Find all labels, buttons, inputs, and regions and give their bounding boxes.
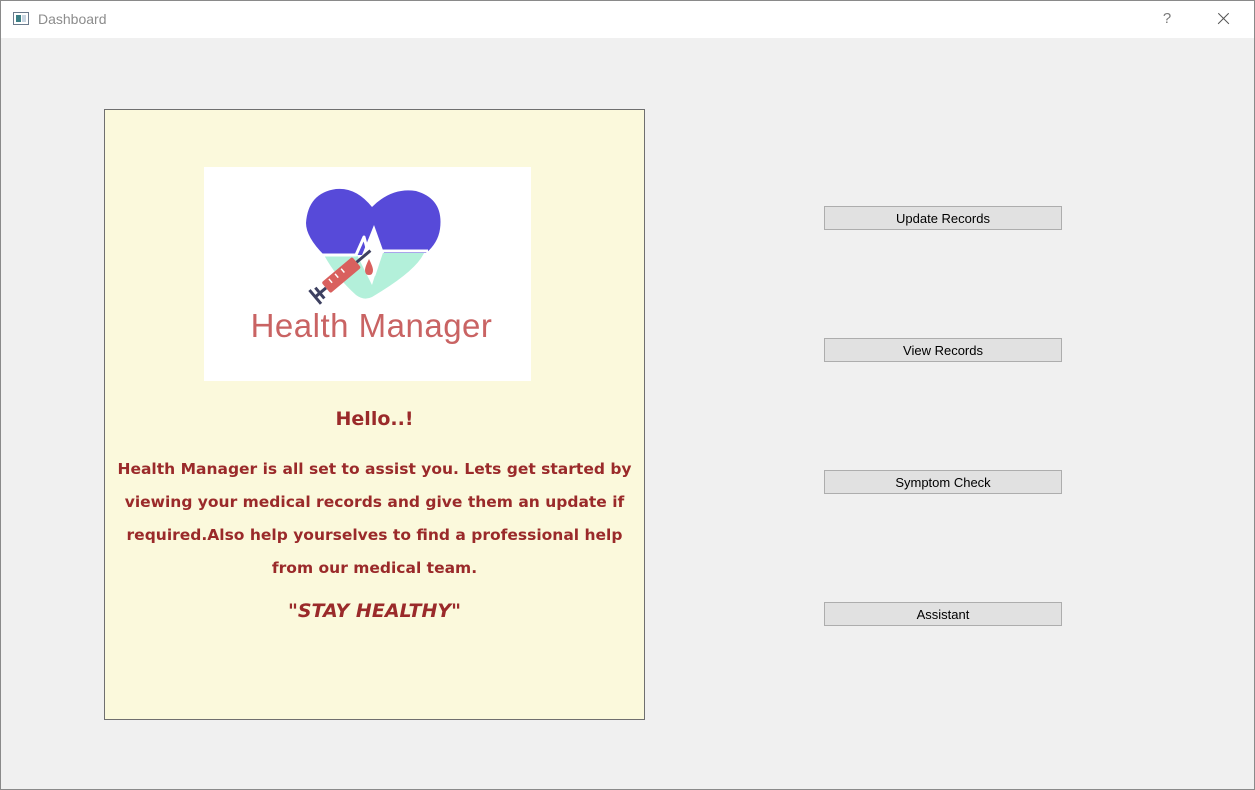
health-manager-logo: Health Manager: [204, 167, 531, 381]
title-bar: Dashboard ?: [1, 1, 1254, 38]
view-records-button[interactable]: View Records: [824, 338, 1062, 362]
symptom-check-button[interactable]: Symptom Check: [824, 470, 1062, 494]
dashboard-window: Dashboard ? Health Manager Hello..! Heal…: [0, 0, 1255, 790]
motto-text: "STAY HEALTHY": [287, 600, 462, 622]
welcome-panel: Health Manager Hello..! Health Manager i…: [104, 109, 645, 720]
update-records-button[interactable]: Update Records: [824, 206, 1062, 230]
heart-logo-icon: [306, 188, 441, 305]
greeting-heading: Hello..!: [335, 408, 414, 430]
assistant-button[interactable]: Assistant: [824, 602, 1062, 626]
logo-text: Health Manager: [250, 307, 493, 344]
help-button[interactable]: ?: [1157, 8, 1177, 30]
app-window-icon: [13, 12, 29, 25]
window-title: Dashboard: [38, 11, 107, 27]
welcome-message: Health Manager is all set to assist you.…: [117, 460, 632, 577]
close-icon[interactable]: [1211, 7, 1235, 31]
